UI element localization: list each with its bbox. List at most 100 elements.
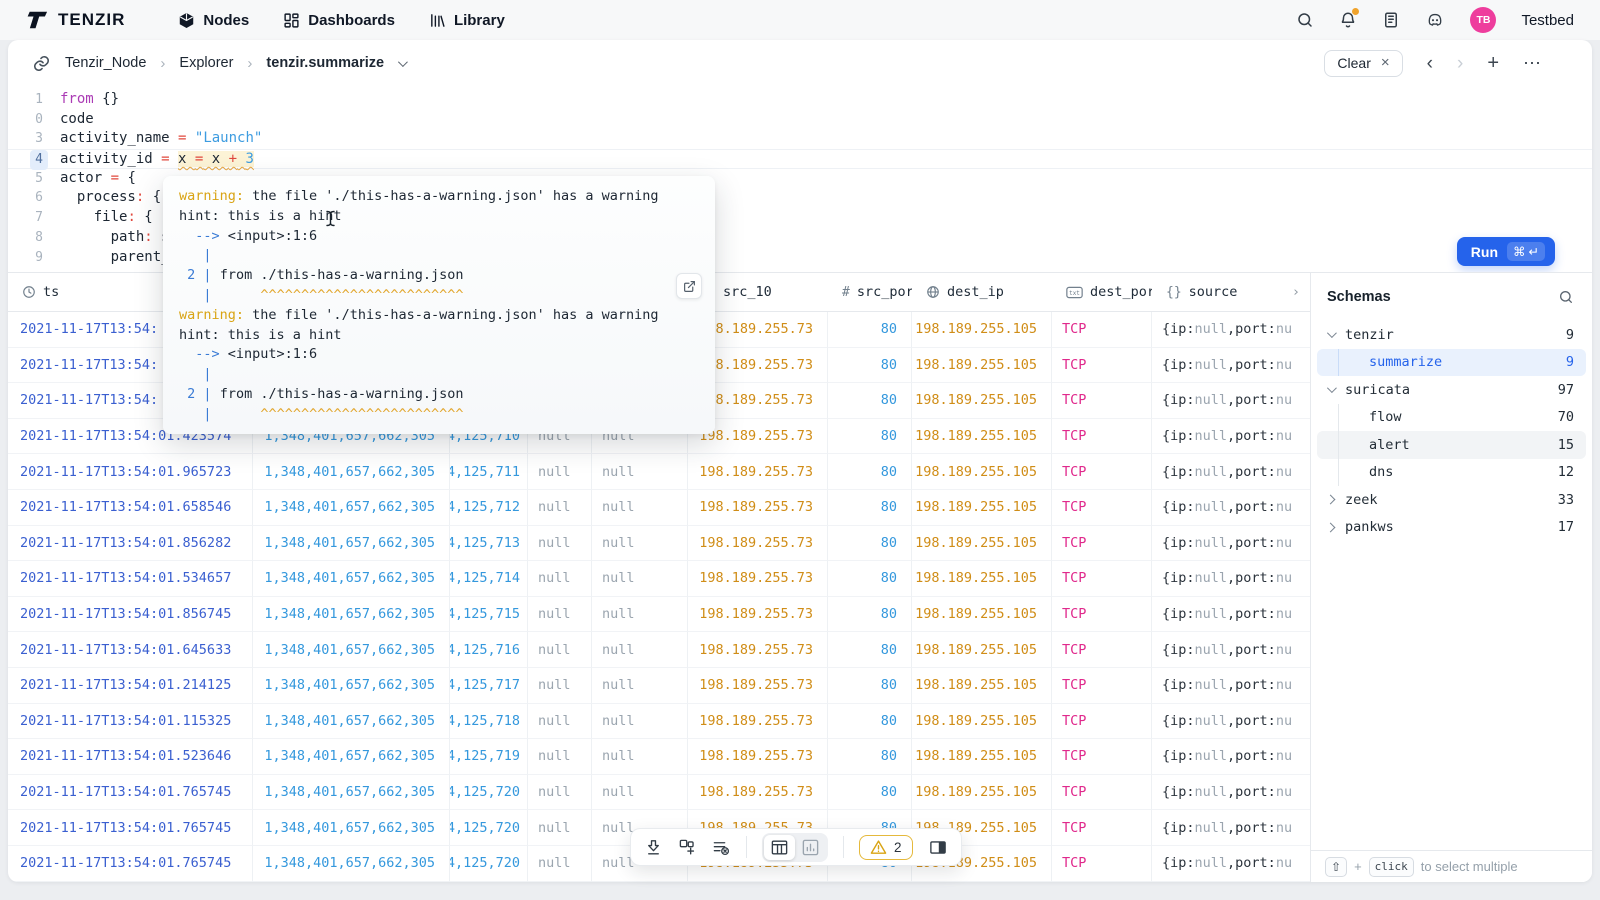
column-type-icon [926, 285, 940, 299]
nav-item-nodes[interactable]: Nodes [178, 12, 249, 29]
search-icon[interactable] [1296, 11, 1314, 29]
more-menu-button[interactable]: ⋯ [1523, 54, 1542, 72]
cell-src-port: 80 [828, 632, 912, 668]
schema-count: 9 [1566, 327, 1574, 343]
more-columns-chevron-icon[interactable]: › [1292, 284, 1300, 300]
cell-src-port: 80 [828, 348, 912, 384]
table-view-icon[interactable] [764, 835, 795, 860]
schema-tree-item[interactable]: pankws 17 [1317, 514, 1586, 542]
cell-seq: 4,125,713 [450, 526, 528, 562]
clear-label: Clear [1337, 55, 1370, 71]
nav-item-label: Dashboards [308, 12, 395, 29]
cell-source: {ip:null,port:nu [1152, 348, 1310, 384]
cell-source: {ip:null,port:nu [1152, 668, 1310, 704]
column-header[interactable]: # src_port [828, 273, 912, 311]
table-row[interactable]: 2021-11-17T13:54:01.856282 1,348,401,657… [8, 526, 1310, 562]
docs-icon[interactable] [1382, 11, 1400, 29]
schema-tree-item[interactable]: zeek 33 [1317, 486, 1586, 514]
schema-tree-item[interactable]: tenzir 9 [1317, 321, 1586, 349]
column-header[interactable]: {} source › [1152, 273, 1310, 311]
table-row[interactable]: 2021-11-17T13:54:01.214125 1,348,401,657… [8, 668, 1310, 704]
hint-text: to select multiple [1421, 859, 1518, 874]
schema-tree-item[interactable]: alert 15 [1317, 431, 1586, 459]
schema-tree-item[interactable]: summarize 9 [1317, 349, 1586, 377]
table-row[interactable]: 2021-11-17T13:54:01.534657 1,348,401,657… [8, 561, 1310, 597]
breadcrumb-explorer[interactable]: Explorer [179, 55, 233, 71]
tree-chevron-icon[interactable] [1327, 331, 1343, 338]
cell-src-ip: 198.189.255.73 [688, 632, 828, 668]
diagnostic-line: --> <input>:1:6 [179, 227, 699, 247]
cell-null: null [528, 775, 592, 811]
column-header[interactable]: txt dest_port [1052, 273, 1152, 311]
breadcrumb-node[interactable]: Tenzir_Node [65, 55, 146, 71]
cell-src-port: 80 [828, 312, 912, 348]
cell-source: {ip:null,port:nu [1152, 454, 1310, 490]
chart-view-icon[interactable] [795, 835, 826, 860]
table-row[interactable]: 2021-11-17T13:54:01.115325 1,348,401,657… [8, 704, 1310, 740]
cell-source: {ip:null,port:nu [1152, 704, 1310, 740]
diagnostics-warning-badge[interactable]: 2 [859, 835, 913, 860]
cell-ts: 2021-11-17T13:54:01.765745 [8, 846, 253, 882]
click-key-badge: click [1369, 857, 1414, 877]
column-type-icon: {} [1166, 285, 1182, 300]
table-row[interactable]: 2021-11-17T13:54:01.658546 1,348,401,657… [8, 490, 1310, 526]
add-to-dashboard-icon[interactable] [678, 838, 697, 857]
cell-null: null [528, 454, 592, 490]
download-icon[interactable] [644, 838, 663, 857]
schemas-search-icon[interactable] [1558, 289, 1574, 305]
breadcrumb-pipeline[interactable]: tenzir.summarize [266, 55, 384, 71]
cell-ts: 2021-11-17T13:54:01.214125 [8, 668, 253, 704]
user-avatar[interactable]: TB [1470, 7, 1496, 33]
open-diagnostics-button[interactable] [676, 273, 702, 299]
table-row[interactable]: 2021-11-17T13:54:01.523646 1,348,401,657… [8, 739, 1310, 775]
cell-dest-ip: 198.189.255.105 [912, 348, 1052, 384]
schema-tree-item[interactable]: flow 70 [1317, 404, 1586, 432]
cell-ts: 2021-11-17T13:54:01.645633 [8, 632, 253, 668]
toolbar-divider [746, 836, 747, 858]
diagnostic-line: 2 | from ./this-has-a-warning.json [179, 266, 699, 286]
clear-close-icon[interactable]: × [1381, 55, 1390, 70]
cell-seq: 4,125,717 [450, 668, 528, 704]
history-forward-button[interactable]: › [1457, 54, 1463, 73]
cell-dest-port: TCP [1052, 632, 1152, 668]
cell-dest-port: TCP [1052, 704, 1152, 740]
tree-chevron-icon[interactable] [1327, 386, 1343, 393]
cell-seq: 4,125,719 [450, 739, 528, 775]
nav-item-library[interactable]: Library [429, 12, 505, 29]
cell-dest-port: TCP [1052, 312, 1152, 348]
table-row[interactable]: 2021-11-17T13:54:01.856745 1,348,401,657… [8, 597, 1310, 633]
toolbar-divider [843, 836, 844, 858]
table-row[interactable]: 2021-11-17T13:54:01.645633 1,348,401,657… [8, 632, 1310, 668]
table-row[interactable]: 2021-11-17T13:54:01.965723 1,348,401,657… [8, 454, 1310, 490]
enter-key-icon: ↵ [1529, 244, 1539, 259]
cell-epoch: 1,348,401,657,662,305 [253, 561, 450, 597]
diagnostics-tooltip: warning: the file './this-has-a-warning.… [163, 176, 715, 434]
tenzir-brand[interactable]: TENZIR [26, 9, 125, 31]
schema-tree-item[interactable]: suricata 97 [1317, 376, 1586, 404]
table-row[interactable]: 2021-11-17T13:54:01.765745 1,348,401,657… [8, 775, 1310, 811]
tree-chevron-icon[interactable] [1327, 524, 1343, 531]
schema-name: dns [1369, 464, 1393, 480]
notifications-bell-icon[interactable] [1339, 11, 1357, 29]
user-name[interactable]: Testbed [1521, 12, 1574, 29]
clear-results-icon[interactable] [712, 838, 731, 857]
cell-seq: 4,125,715 [450, 597, 528, 633]
pipeline-dropdown-chevron-icon[interactable] [398, 57, 408, 67]
schema-tree-item[interactable]: dns 12 [1317, 459, 1586, 487]
cell-dest-port: TCP [1052, 597, 1152, 633]
column-header[interactable]: dest_ip [912, 273, 1052, 311]
tree-chevron-icon[interactable] [1327, 496, 1343, 503]
cell-src-ip: 198.189.255.73 [688, 739, 828, 775]
cell-src-ip: 198.189.255.73 [688, 597, 828, 633]
nav-item-dashboards[interactable]: Dashboards [283, 12, 395, 29]
schema-name: alert [1369, 437, 1410, 453]
history-back-button[interactable]: ‹ [1427, 54, 1433, 73]
new-tab-button[interactable]: + [1487, 53, 1499, 73]
discord-icon[interactable] [1425, 11, 1445, 29]
clear-button[interactable]: Clear × [1324, 50, 1402, 77]
results-toolbar: 2 [630, 828, 962, 866]
side-panel-toggle-icon[interactable] [928, 838, 948, 857]
run-button[interactable]: Run ⌘↵ [1457, 237, 1555, 266]
line-number: 3 [8, 129, 48, 149]
cell-dest-port: TCP [1052, 810, 1152, 846]
